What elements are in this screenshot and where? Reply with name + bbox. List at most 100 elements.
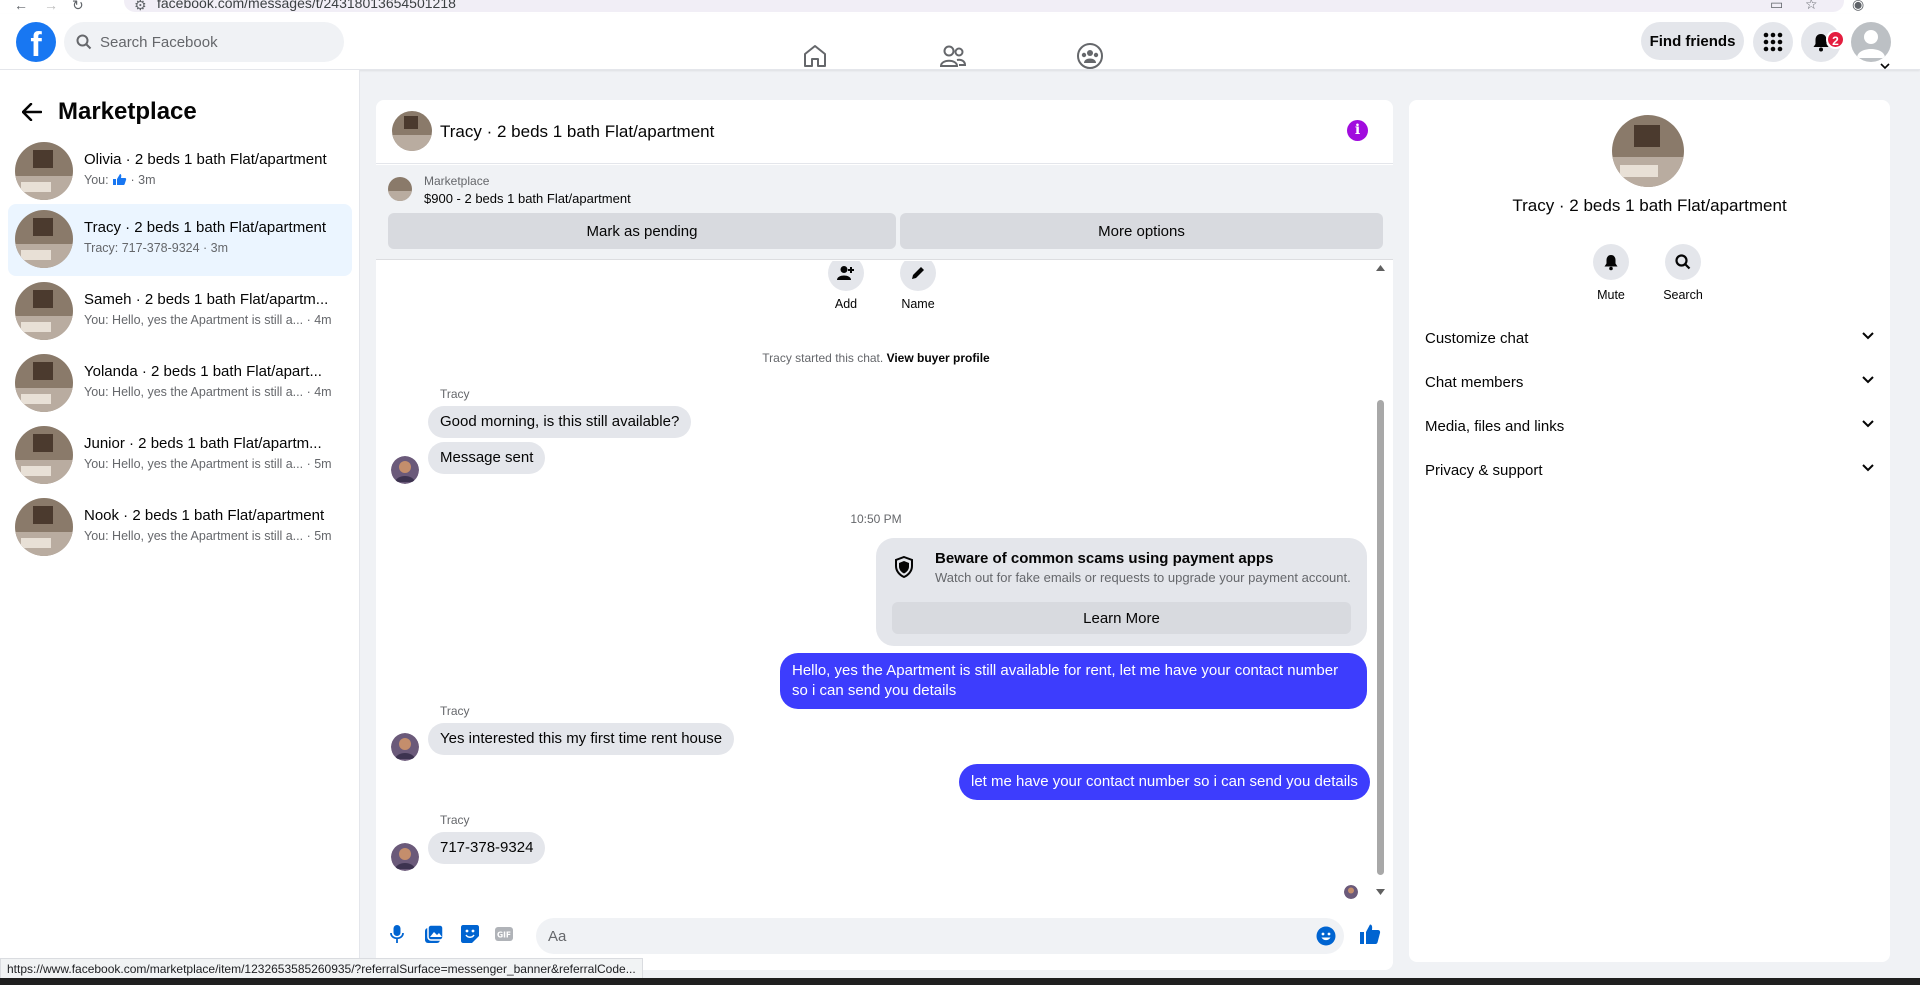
like-icon[interactable] — [1359, 923, 1381, 945]
listing-thumbnail — [388, 177, 412, 201]
conversation-item-tracy[interactable]: Tracy · 2 beds 1 bath Flat/apartment Tra… — [8, 204, 352, 276]
microphone-icon[interactable] — [390, 924, 404, 944]
search-input[interactable] — [100, 22, 335, 62]
chevron-down-icon — [1862, 464, 1874, 472]
seen-receipt-avatar — [1344, 885, 1358, 899]
scrollbar-thumb[interactable] — [1377, 400, 1384, 875]
message-input[interactable] — [548, 918, 1288, 954]
timestamp: 10:50 PM — [850, 512, 902, 526]
conversation-name: Sameh · 2 beds 1 bath Flat/apartm... — [84, 291, 329, 308]
search-in-conversation-action[interactable]: Search — [1653, 244, 1713, 302]
forward-arrow-icon[interactable]: → — [44, 0, 58, 13]
scroll-up-icon[interactable] — [1376, 265, 1385, 271]
info-icon[interactable]: i — [1347, 120, 1368, 141]
listing-avatar — [15, 498, 73, 556]
home-icon[interactable] — [801, 42, 829, 70]
sender-name: Tracy — [440, 813, 470, 827]
menu-grid-icon[interactable] — [1753, 22, 1793, 62]
info-panel-title: Tracy · 2 beds 1 bath Flat/apartment — [1512, 196, 1787, 215]
listing-avatar — [15, 426, 73, 484]
listing-avatar — [15, 210, 73, 268]
groups-icon[interactable] — [1076, 42, 1104, 70]
back-arrow-icon[interactable]: ← — [14, 0, 28, 13]
outgoing-message[interactable]: let me have your contact number so i can… — [959, 764, 1370, 800]
add-people-action[interactable]: Add — [816, 261, 876, 311]
privacy-support-section[interactable]: Privacy & support — [1425, 452, 1874, 492]
message-input-field[interactable] — [536, 918, 1344, 954]
conversation-name: Olivia · 2 beds 1 bath Flat/apartment — [84, 151, 327, 168]
mark-as-pending-button[interactable]: Mark as pending — [388, 213, 896, 249]
conversation-item-olivia[interactable]: Olivia · 2 beds 1 bath Flat/apartment Yo… — [8, 136, 352, 208]
install-icon[interactable]: ▭ — [1770, 0, 1783, 13]
incoming-message[interactable]: 717-378-9324 — [428, 832, 546, 864]
view-buyer-profile-link[interactable]: View buyer profile — [887, 351, 990, 365]
address-url: facebook.com/messages/t/2431801365450121… — [157, 0, 456, 11]
conversation-item-sameh[interactable]: Sameh · 2 beds 1 bath Flat/apartm... You… — [8, 276, 352, 348]
conversation-preview: You: Hello, yes the Apartment is still a… — [84, 385, 332, 399]
sender-avatar — [391, 456, 419, 484]
chat-avatar[interactable] — [392, 111, 432, 151]
customize-chat-section[interactable]: Customize chat — [1425, 320, 1874, 360]
chat-members-section[interactable]: Chat members — [1425, 364, 1874, 404]
search-box[interactable] — [64, 22, 344, 62]
add-person-icon — [837, 266, 854, 280]
conversation-item-yolanda[interactable]: Yolanda · 2 beds 1 bath Flat/apart... Yo… — [8, 348, 352, 420]
conversation-name: Tracy · 2 beds 1 bath Flat/apartment — [84, 219, 327, 236]
notification-badge: 2 — [1826, 30, 1845, 49]
gif-icon[interactable]: GIF — [494, 924, 514, 944]
pencil-icon — [912, 267, 924, 279]
sender-avatar — [391, 843, 419, 871]
shield-icon — [895, 556, 913, 578]
svg-text:GIF: GIF — [497, 931, 511, 940]
account-icon[interactable]: ◉ — [1852, 0, 1864, 13]
listing-price[interactable]: $900 - 2 beds 1 bath Flat/apartment — [424, 191, 631, 206]
name-chat-action[interactable]: Name — [888, 261, 948, 311]
link-hover-status: https://www.facebook.com/marketplace/ite… — [0, 958, 643, 980]
outgoing-message[interactable]: Hello, yes the Apartment is still availa… — [780, 653, 1367, 709]
mute-action[interactable]: Mute — [1581, 244, 1641, 302]
facebook-logo[interactable]: f — [16, 22, 56, 62]
incoming-message[interactable]: Message sent — [428, 442, 546, 474]
bookmark-star-icon[interactable]: ☆ — [1805, 0, 1818, 13]
conversation-item-junior[interactable]: Junior · 2 beds 1 bath Flat/apartm... Yo… — [8, 420, 352, 492]
friends-icon[interactable] — [939, 42, 967, 70]
emoji-icon[interactable] — [1316, 926, 1336, 946]
reload-icon[interactable]: ↻ — [72, 0, 84, 14]
conversation-name: Junior · 2 beds 1 bath Flat/apartm... — [84, 435, 322, 452]
chat-title[interactable]: Tracy · 2 beds 1 bath Flat/apartment — [440, 122, 714, 142]
media-files-links-section[interactable]: Media, files and links — [1425, 408, 1874, 448]
message-scrollbar[interactable] — [1373, 265, 1387, 897]
scroll-down-icon[interactable] — [1376, 889, 1385, 895]
sender-name: Tracy — [440, 387, 470, 401]
find-friends-button[interactable]: Find friends — [1641, 22, 1744, 60]
chevron-down-icon[interactable] — [1880, 62, 1890, 70]
conversation-preview: Tracy: 717-378-9324 · 3m — [84, 241, 229, 255]
sidebar-title: Marketplace — [58, 98, 197, 125]
banner-label: Marketplace — [424, 174, 490, 188]
site-info-icon[interactable]: ⚙ — [134, 0, 147, 14]
marketplace-banner[interactable]: Marketplace $900 - 2 beds 1 bath Flat/ap… — [376, 165, 1393, 260]
profile-icon[interactable] — [1851, 22, 1891, 62]
conversation-item-nook[interactable]: Nook · 2 beds 1 bath Flat/apartment You:… — [8, 492, 352, 564]
message-thread: Add Name Tracy started this chat. View b… — [376, 261, 1393, 901]
chevron-down-icon — [1862, 332, 1874, 340]
conversation-sidebar: Marketplace Olivia · 2 beds 1 bath Flat/… — [0, 70, 360, 985]
more-options-button[interactable]: More options — [900, 213, 1383, 249]
back-arrow-icon[interactable] — [18, 98, 46, 126]
learn-more-button[interactable]: Learn More — [892, 602, 1351, 634]
sticker-icon[interactable] — [460, 924, 480, 944]
incoming-message[interactable]: Yes interested this my first time rent h… — [428, 723, 735, 755]
incoming-message[interactable]: Good morning, is this still available? — [428, 406, 692, 438]
listing-avatar — [15, 282, 73, 340]
taskbar-edge — [0, 978, 1920, 985]
conversation-name: Yolanda · 2 beds 1 bath Flat/apart... — [84, 363, 322, 380]
conversation-name: Nook · 2 beds 1 bath Flat/apartment — [84, 507, 325, 524]
chat-panel: Tracy · 2 beds 1 bath Flat/apartment i M… — [376, 100, 1393, 970]
listing-avatar — [15, 354, 73, 412]
chat-header: Tracy · 2 beds 1 bath Flat/apartment i — [376, 100, 1393, 164]
listing-avatar-large — [1612, 115, 1684, 187]
sender-avatar — [391, 733, 419, 761]
conversation-preview: You: Hello, yes the Apartment is still a… — [84, 457, 332, 471]
conversation-preview: You: Hello, yes the Apartment is still a… — [84, 313, 332, 327]
photo-icon[interactable] — [424, 924, 444, 944]
